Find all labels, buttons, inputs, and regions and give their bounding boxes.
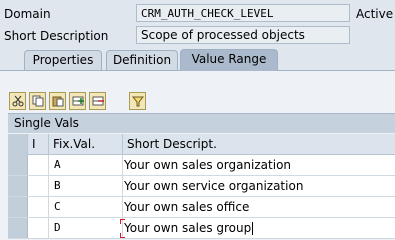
description-cell-editing[interactable]: Your own sales group <box>123 218 395 238</box>
tab-definition[interactable]: Definition <box>106 50 178 70</box>
tab-value-range[interactable]: Value Range <box>180 49 278 71</box>
row-selector[interactable] <box>8 197 28 217</box>
select-all-header[interactable] <box>8 134 28 155</box>
table-row[interactable]: C Your own sales office <box>8 197 395 218</box>
tab-strip: Properties Definition Value Range <box>0 48 395 71</box>
column-header-i[interactable]: I <box>28 134 49 155</box>
i-cell[interactable] <box>28 218 49 238</box>
edit-focus-marker <box>120 219 125 224</box>
cut-icon[interactable] <box>9 92 26 110</box>
short-description-row: Short Description Scope of processed obj… <box>0 25 395 47</box>
grid-header: I Fix.Val. Short Descript. <box>8 134 395 155</box>
row-selector[interactable] <box>8 218 28 238</box>
description-cell[interactable]: Your own sales office <box>123 197 395 217</box>
column-header-short-descript[interactable]: Short Descript. <box>123 134 395 155</box>
fix-value-cell[interactable]: A <box>49 155 123 175</box>
delete-row-icon[interactable] <box>89 92 106 110</box>
description-cell[interactable]: Your own sales organization <box>123 155 395 175</box>
table-row[interactable]: A Your own sales organization <box>8 155 395 176</box>
fix-value-cell[interactable]: D <box>49 218 123 238</box>
domain-label: Domain <box>4 7 51 21</box>
row-selector[interactable] <box>8 155 28 175</box>
fix-value-cell[interactable]: B <box>49 176 123 196</box>
fix-value-cell[interactable]: C <box>49 197 123 217</box>
copy-icon[interactable] <box>29 92 46 110</box>
column-header-fix-val[interactable]: Fix.Val. <box>49 134 123 155</box>
filter-icon[interactable] <box>129 92 146 110</box>
short-description-field[interactable]: Scope of processed objects <box>136 26 350 44</box>
description-text: Your own sales group <box>124 221 252 235</box>
domain-field[interactable]: CRM_AUTH_CHECK_LEVEL <box>136 4 350 22</box>
i-cell[interactable] <box>28 155 49 175</box>
i-cell[interactable] <box>28 197 49 217</box>
domain-row: Domain CRM_AUTH_CHECK_LEVEL Active <box>0 3 395 25</box>
paste-icon[interactable] <box>49 92 66 110</box>
tab-properties[interactable]: Properties <box>24 50 102 70</box>
short-description-label: Short Description <box>4 29 109 43</box>
status-text: Active <box>356 7 394 21</box>
table-row[interactable]: B Your own service organization <box>8 176 395 197</box>
row-selector[interactable] <box>8 176 28 196</box>
insert-row-icon[interactable] <box>69 92 86 110</box>
table-row[interactable]: D Your own sales group <box>8 218 395 239</box>
grid-title: Single Vals <box>8 113 395 133</box>
text-caret <box>252 222 254 235</box>
description-cell[interactable]: Your own service organization <box>123 176 395 196</box>
i-cell[interactable] <box>28 176 49 196</box>
edit-focus-marker <box>120 233 125 238</box>
